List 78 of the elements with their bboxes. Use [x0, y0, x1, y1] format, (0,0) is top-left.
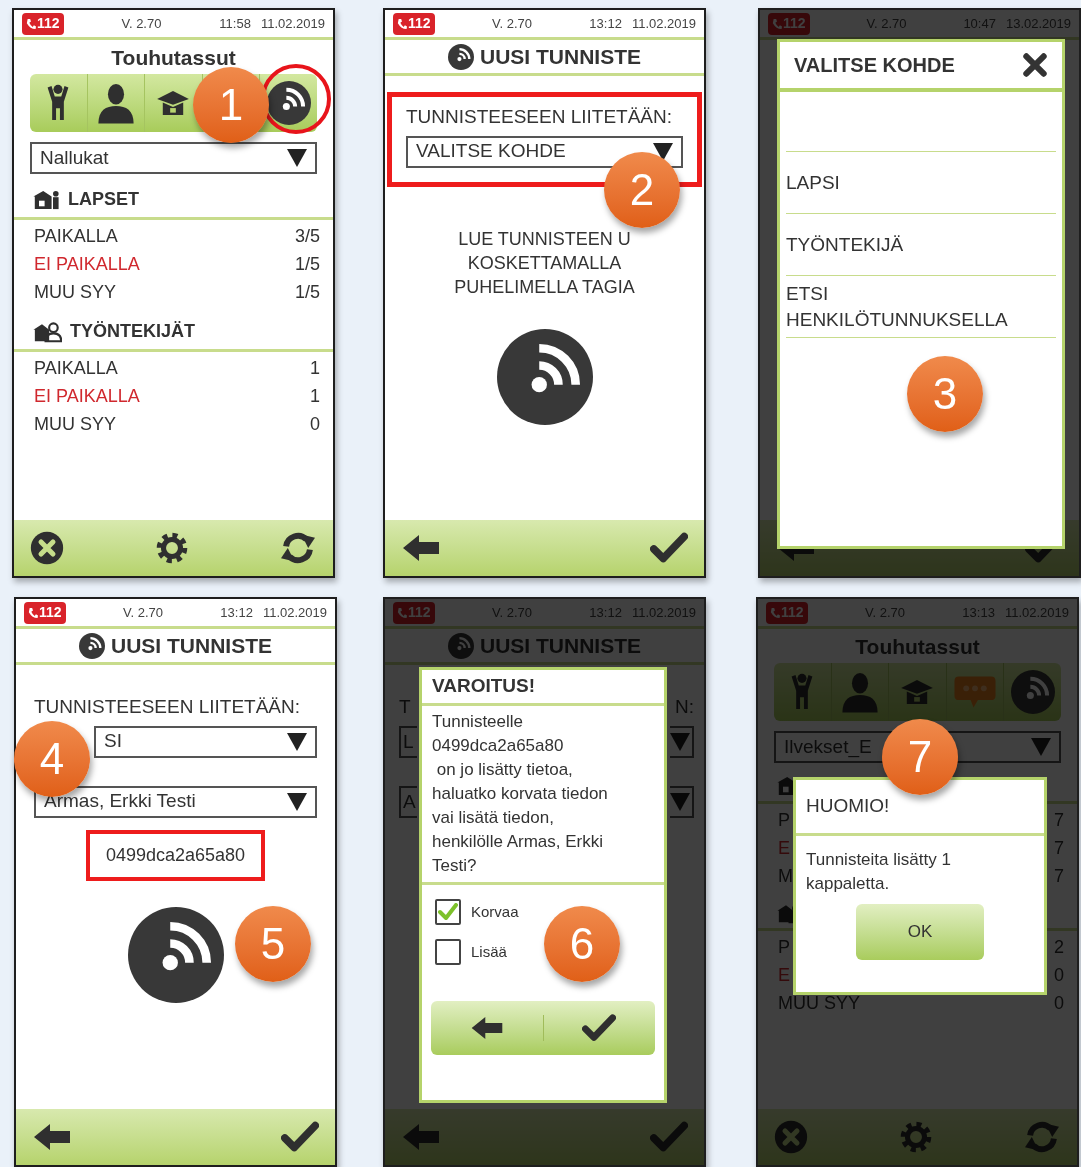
checkbox[interactable] — [435, 939, 461, 965]
signal-tag-icon — [79, 632, 105, 659]
status-label: EI PAIKALLA — [34, 253, 140, 276]
select-dropdown[interactable]: Armas, Erkki Testi — [34, 785, 317, 818]
arrow-left-icon[interactable] — [469, 1015, 504, 1041]
option-item[interactable]: LAPSI — [786, 169, 840, 196]
version-text: V. 2.70 — [121, 14, 162, 33]
section-title: LAPSET — [68, 188, 139, 211]
dropdown-arrow-icon — [653, 142, 673, 161]
date-text: 11.02.2019 — [631, 14, 696, 33]
status-count: 3/5 — [294, 225, 320, 248]
dialog-title: VALITSE KOHDE — [794, 53, 955, 78]
house-icon[interactable] — [156, 88, 191, 118]
phone-icon — [28, 606, 38, 619]
screen-title: UUSI TUNNISTE — [480, 43, 641, 70]
version-text: V. 2.70 — [122, 603, 163, 622]
signal-tag-icon — [448, 43, 474, 70]
check-icon[interactable] — [650, 531, 688, 565]
check-icon — [438, 903, 458, 921]
arrow-left-icon[interactable] — [401, 533, 441, 563]
dialog-message: Tunnisteelle 0499dca2a65a80 on jo lisätty tietoa, haluatko korvata tiedon vai lisätä tiedon, henkilölle Armas, Erkki Testi? — [432, 711, 609, 877]
status-count: 1/5 — [294, 281, 320, 304]
emergency-call-button[interactable]: 112 — [393, 12, 435, 35]
close-icon[interactable] — [30, 531, 64, 565]
phone-icon — [397, 17, 407, 30]
settings-icon[interactable] — [154, 531, 189, 565]
dropdown-arrow-icon — [287, 149, 307, 167]
field-label: TUNNISTEESEEN LIITETÄÄN: — [406, 105, 673, 129]
step-number: 4 — [14, 721, 90, 797]
option-item[interactable]: TYÖNTEKIJÄ — [786, 231, 904, 258]
step-number: 1 — [193, 67, 269, 143]
dialog-title: VAROITUS! — [422, 670, 664, 706]
select-dropdown[interactable]: VALITSE KOHDE — [406, 135, 683, 168]
clock-time: 13:12 — [589, 14, 622, 33]
clock-time: 13:12 — [220, 603, 253, 622]
check-icon[interactable] — [582, 1013, 617, 1043]
signal-tag-icon — [127, 906, 224, 1003]
date-text: 11.02.2019 — [260, 14, 325, 33]
field-label: TUNNISTEESEEN LIITETÄÄN: — [34, 695, 301, 719]
house-person-icon — [32, 320, 62, 343]
arrow-left-icon[interactable] — [32, 1122, 72, 1152]
dropdown-arrow-icon — [287, 732, 307, 751]
house-child-icon — [32, 188, 60, 211]
status-count: 1 — [310, 385, 320, 408]
option-item[interactable]: ETSI HENKILÖTUNNUKSELLA — [786, 280, 1008, 333]
status-label: PAIKALLA — [34, 225, 118, 248]
version-text: V. 2.70 — [491, 14, 532, 33]
ok-button[interactable]: OK — [856, 904, 984, 960]
phone-icon — [26, 17, 36, 30]
status-label: MUU SYY — [34, 413, 116, 436]
checkbox-label: Lisää — [471, 941, 507, 962]
status-count: 1 — [310, 357, 320, 380]
clock-time: 11:58 — [219, 14, 251, 33]
tag-id-text: 0499dca2a65a80 — [85, 829, 266, 881]
checkbox-label: Korvaa — [471, 901, 519, 922]
group-dropdown[interactable]: Nallukat — [30, 142, 317, 174]
refresh-icon[interactable] — [279, 531, 317, 565]
dropdown-arrow-icon — [287, 792, 307, 811]
status-count: 1/5 — [294, 253, 320, 276]
dialog-message: Tunnisteita lisätty 1 kappaletta. — [805, 849, 952, 895]
emergency-call-button[interactable]: 112 — [24, 601, 66, 624]
step-number: 2 — [604, 152, 680, 228]
check-icon[interactable] — [281, 1120, 319, 1154]
status-count: 0 — [310, 413, 320, 436]
instruction-text: LUE TUNNISTEEN U KOSKETTAMALLA PUHELIMELLA TAGIA — [453, 227, 636, 299]
screen-title: UUSI TUNNISTE — [111, 632, 272, 659]
date-text: 11.02.2019 — [262, 603, 327, 622]
status-label: MUU SYY — [34, 281, 116, 304]
section-title: TYÖNTEKIJÄT — [70, 320, 195, 343]
select-dropdown[interactable]: SI — [94, 725, 317, 758]
emergency-call-button[interactable]: 112 — [22, 12, 64, 35]
status-label: PAIKALLA — [34, 357, 118, 380]
close-icon[interactable] — [1022, 52, 1048, 78]
signal-tag-icon[interactable] — [266, 81, 311, 125]
step-number: 5 — [235, 906, 311, 982]
signal-tag-icon — [496, 328, 593, 425]
checkbox[interactable] — [435, 899, 461, 925]
status-label: EI PAIKALLA — [34, 385, 140, 408]
